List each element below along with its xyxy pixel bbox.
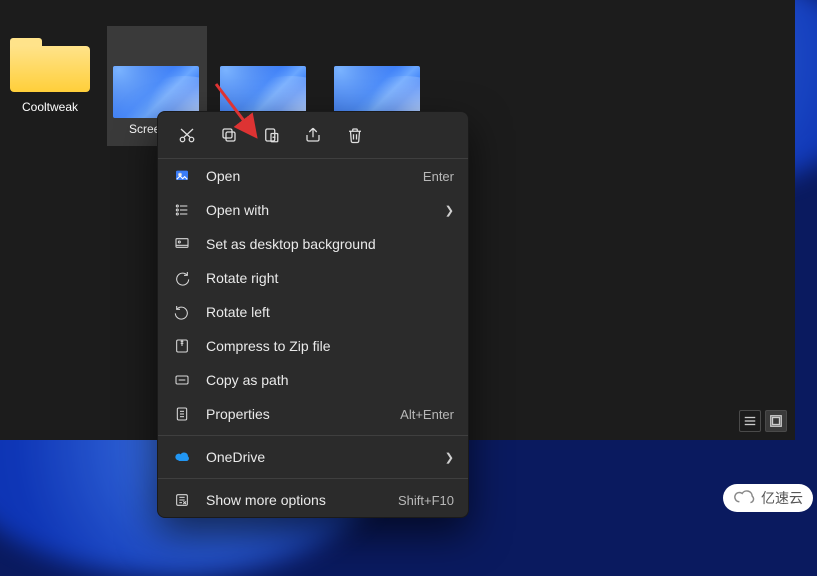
zip-icon xyxy=(172,336,192,356)
menu-item-label: Rotate left xyxy=(206,304,454,320)
picture-icon xyxy=(172,166,192,186)
menu-item-label: Open xyxy=(206,168,415,184)
menu-item-label: Properties xyxy=(206,406,392,422)
more-options-icon xyxy=(172,490,192,510)
menu-item-label: Copy as path xyxy=(206,372,454,388)
menu-separator xyxy=(158,478,468,479)
paste-icon[interactable] xyxy=(260,124,282,146)
context-menu: Open Enter Open with ❯ Set as desktop backgr… xyxy=(157,111,469,518)
menu-item-copy-as-path[interactable]: Copy as path xyxy=(158,363,468,397)
menu-item-shortcut: Shift+F10 xyxy=(398,493,454,508)
folder-icon xyxy=(10,36,90,92)
details-view-button[interactable] xyxy=(739,410,761,432)
file-label: Cooltweak xyxy=(0,100,100,116)
file-list: Cooltweak Screen (1) xyxy=(0,0,795,40)
menu-item-rotate-left[interactable]: Rotate left xyxy=(158,295,468,329)
menu-item-label: OneDrive xyxy=(206,449,437,465)
rotate-left-icon xyxy=(172,302,192,322)
menu-item-label: Rotate right xyxy=(206,270,454,286)
cut-icon[interactable] xyxy=(176,124,198,146)
copy-icon[interactable] xyxy=(218,124,240,146)
watermark-text: 亿速云 xyxy=(761,488,803,508)
view-mode-buttons xyxy=(739,410,787,432)
menu-item-set-as-desktop-background[interactable]: Set as desktop background xyxy=(158,227,468,261)
menu-item-label: Show more options xyxy=(206,492,390,508)
desktop-bg-icon xyxy=(172,234,192,254)
share-icon[interactable] xyxy=(302,124,324,146)
menu-item-open[interactable]: Open Enter xyxy=(158,159,468,193)
chevron-right-icon: ❯ xyxy=(445,204,454,217)
chevron-right-icon: ❯ xyxy=(445,451,454,464)
delete-icon[interactable] xyxy=(344,124,366,146)
menu-item-label: Compress to Zip file xyxy=(206,338,454,354)
menu-item-rotate-right[interactable]: Rotate right xyxy=(158,261,468,295)
menu-item-show-more-options[interactable]: Show more options Shift+F10 xyxy=(158,483,468,517)
context-menu-toolbar xyxy=(158,112,468,159)
properties-icon xyxy=(172,404,192,424)
menu-item-label: Set as desktop background xyxy=(206,236,454,252)
menu-item-shortcut: Alt+Enter xyxy=(400,407,454,422)
watermark-badge: 亿速云 xyxy=(723,484,813,512)
menu-item-onedrive[interactable]: OneDrive ❯ xyxy=(158,440,468,474)
menu-item-shortcut: Enter xyxy=(423,169,454,184)
menu-item-properties[interactable]: Properties Alt+Enter xyxy=(158,397,468,431)
menu-item-open-with[interactable]: Open with ❯ xyxy=(158,193,468,227)
copy-path-icon xyxy=(172,370,192,390)
menu-separator xyxy=(158,435,468,436)
folder-item[interactable]: Cooltweak xyxy=(0,26,100,116)
icons-view-button[interactable] xyxy=(765,410,787,432)
menu-item-compress-to-zip-file[interactable]: Compress to Zip file xyxy=(158,329,468,363)
rotate-right-icon xyxy=(172,268,192,288)
menu-item-label: Open with xyxy=(206,202,437,218)
open-with-icon xyxy=(172,200,192,220)
onedrive-icon xyxy=(172,447,192,467)
